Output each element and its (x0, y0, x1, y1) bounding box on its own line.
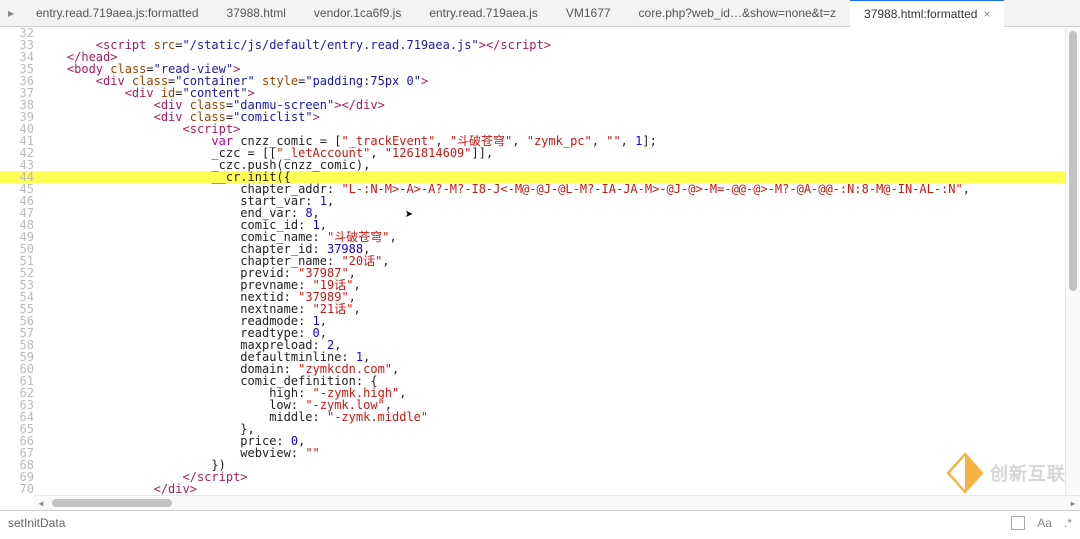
tab-core-php[interactable]: core.php?web_id…&show=none&t=z (625, 0, 850, 26)
scroll-right-icon[interactable]: ▸ (1066, 496, 1080, 510)
regex-toggle[interactable]: .* (1064, 516, 1072, 530)
code-area[interactable]: 32 33 <script src="/static/js/default/en… (0, 27, 1080, 496)
status-text: setInitData (8, 516, 65, 530)
tab-37988-formatted[interactable]: 37988.html:formatted× (850, 0, 1004, 27)
scrollbar-thumb[interactable] (1069, 31, 1077, 291)
tab-entry-formatted[interactable]: entry.read.719aea.js:formatted (22, 0, 213, 26)
tab-bar: ▸ entry.read.719aea.js:formatted 37988.h… (0, 0, 1080, 27)
tab-vendor-js[interactable]: vendor.1ca6f9.js (300, 0, 415, 26)
tab-entry-js[interactable]: entry.read.719aea.js (415, 0, 552, 26)
tab-vm1677[interactable]: VM1677 (552, 0, 625, 26)
code-line: <script src="/static/js/default/entry.re… (38, 39, 1080, 51)
horizontal-scrollbar[interactable]: ◂ ▸ (34, 495, 1080, 510)
status-bar: setInitData Aa .* (0, 510, 1080, 535)
toggle-sources-icon[interactable]: ▸ (0, 6, 22, 20)
tab-37988-html[interactable]: 37988.html (213, 0, 300, 26)
match-case-toggle[interactable]: Aa (1037, 516, 1052, 530)
code-editor[interactable]: 32 33 <script src="/static/js/default/en… (0, 27, 1080, 510)
line-number: 71 (0, 495, 38, 496)
search-option-icon[interactable] (1011, 516, 1025, 530)
scroll-left-icon[interactable]: ◂ (34, 496, 48, 510)
vertical-scrollbar[interactable] (1065, 27, 1080, 496)
scrollbar-thumb[interactable] (52, 499, 172, 507)
close-tab-icon[interactable]: × (983, 7, 990, 21)
